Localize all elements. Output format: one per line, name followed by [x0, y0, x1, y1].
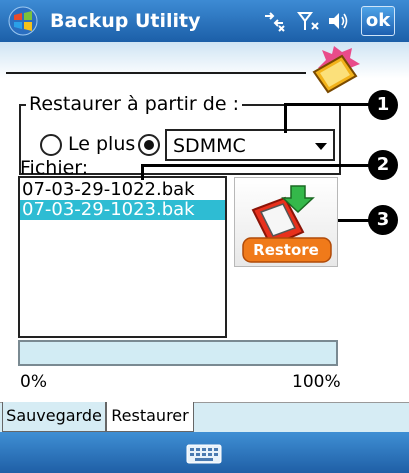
progress-bar	[18, 340, 338, 366]
radio-storage[interactable]	[138, 134, 160, 156]
tab-sauvegarde[interactable]: Sauvegarde	[2, 402, 106, 432]
radio-le-plus-label: Le plus	[68, 133, 136, 155]
file-list[interactable]: 07-03-29-1022.bak 07-03-29-1023.bak	[18, 176, 227, 338]
callout-2: 2	[368, 150, 398, 180]
windows-start-icon[interactable]	[8, 6, 38, 36]
callout-3-line	[338, 219, 370, 222]
storage-select-value: SDMMC	[173, 135, 246, 157]
tab-restaurer[interactable]: Restaurer	[106, 402, 194, 432]
ok-button[interactable]: ok	[361, 6, 395, 36]
connectivity-icon[interactable]	[262, 10, 286, 32]
backup-utility-app-icon	[312, 46, 360, 94]
callout-1-line	[286, 103, 370, 106]
keyboard-icon[interactable]	[186, 444, 222, 464]
list-item-selected[interactable]: 07-03-29-1023.bak	[20, 200, 225, 220]
header-divider	[6, 72, 306, 74]
callout-3: 3	[368, 205, 398, 235]
radio-le-plus[interactable]	[40, 134, 62, 156]
callout-2-line	[142, 164, 370, 167]
list-item[interactable]: 07-03-29-1022.bak	[20, 180, 225, 200]
callout-1-drop	[284, 103, 287, 133]
callout-2-drop	[141, 164, 144, 180]
radio-selected-dot	[144, 140, 154, 150]
restore-button[interactable]: Restore	[234, 177, 338, 267]
title-bar: Backup Utility ok	[0, 0, 409, 42]
restore-source-legend: Restaurer à partir de :	[26, 93, 242, 115]
callout-1: 1	[368, 90, 398, 120]
window-title: Backup Utility	[50, 10, 201, 32]
chevron-down-icon[interactable]	[315, 143, 327, 150]
restore-button-label: Restore	[253, 241, 319, 259]
signal-icon[interactable]	[296, 10, 320, 32]
speaker-icon[interactable]	[326, 10, 350, 32]
storage-select[interactable]: SDMMC	[165, 129, 335, 161]
progress-max-label: 100%	[292, 372, 341, 392]
progress-min-label: 0%	[20, 372, 47, 392]
